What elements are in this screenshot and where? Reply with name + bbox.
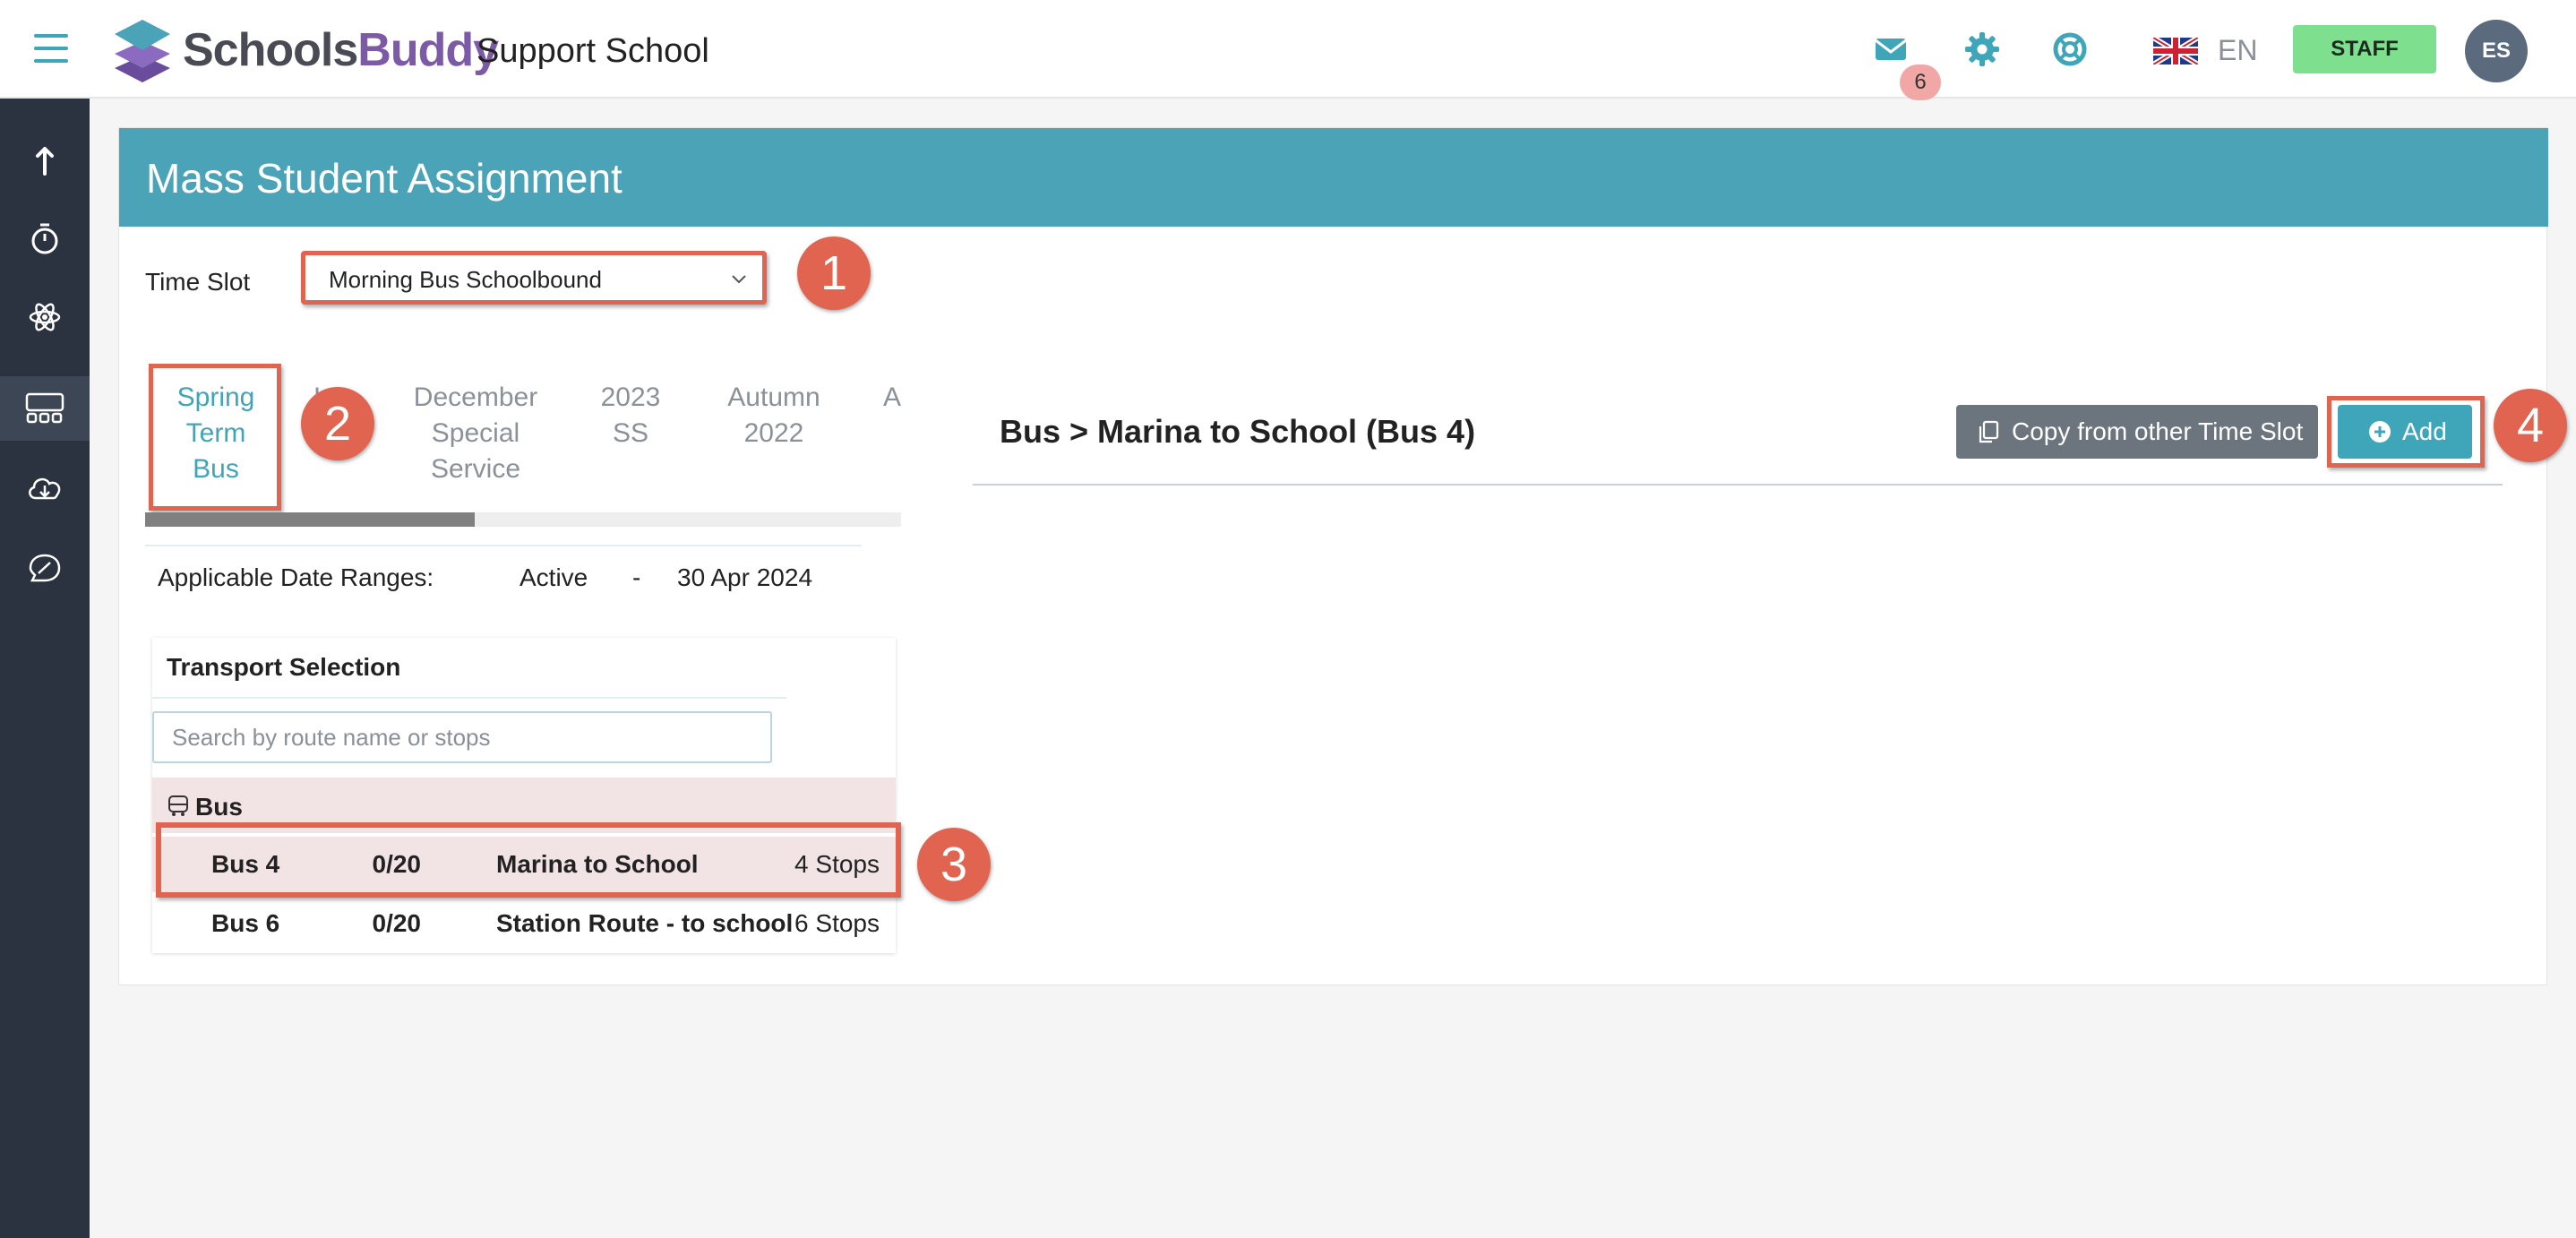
sidebar-item-timer[interactable] xyxy=(0,206,90,271)
date-range-end: 30 Apr 2024 xyxy=(677,563,813,591)
sidebar-item-activities[interactable] xyxy=(0,285,90,349)
tab-label-line1: 2023 xyxy=(600,383,661,412)
arrow-up-icon xyxy=(36,147,54,176)
tab-autumn-2022[interactable]: Autumn 2022 xyxy=(717,380,831,451)
help-lifebuoy-icon[interactable] xyxy=(2049,29,2091,70)
logo-text: SchoolsBuddy xyxy=(183,23,499,77)
messages-count-badge: 6 xyxy=(1900,64,1941,100)
callout-1: 1 xyxy=(797,236,871,310)
menu-icon[interactable] xyxy=(34,34,68,64)
tab-label-line2: 2022 xyxy=(743,418,804,448)
tab-2023-ss[interactable]: 2023 SS xyxy=(591,380,670,451)
callout-2: 2 xyxy=(301,387,374,460)
time-slot-select[interactable]: Morning Bus Schoolbound xyxy=(301,251,767,305)
tab-label-line1: A xyxy=(883,383,901,412)
add-button[interactable]: Add xyxy=(2338,405,2472,459)
date-range-label: Applicable Date Ranges: xyxy=(158,563,434,591)
atom-icon xyxy=(29,303,61,331)
sidebar-item-feedback[interactable] xyxy=(0,536,90,600)
add-button-label: Add xyxy=(2402,417,2447,445)
bus-seats-icon xyxy=(25,392,64,424)
tab-label-line2: Special xyxy=(431,418,520,448)
stopwatch-icon xyxy=(31,223,58,254)
logo-icon xyxy=(115,20,170,82)
transport-selection-title: Transport Selection xyxy=(167,653,401,681)
copy-button-label: Copy from other Time Slot xyxy=(2012,417,2304,445)
tab-december-special-service[interactable]: December Special Service xyxy=(403,380,548,487)
school-name: Support School xyxy=(477,32,709,70)
time-slot-label: Time Slot xyxy=(145,268,251,296)
sidebar-item-upload[interactable] xyxy=(0,127,90,192)
detail-divider xyxy=(973,484,2503,486)
sidebar-item-transport[interactable] xyxy=(0,376,90,441)
logo-text-part1: Schools xyxy=(183,24,358,76)
date-range-separator: - xyxy=(632,563,641,591)
copy-icon xyxy=(1979,420,1999,443)
bus-capacity: 0/20 xyxy=(372,909,422,937)
date-range-status: Active xyxy=(519,563,588,591)
tab-label-line3: Service xyxy=(430,454,521,484)
uk-flag-icon[interactable] xyxy=(2153,38,2198,64)
selected-route-title: Bus > Marina to School (Bus 4) xyxy=(1000,413,1476,450)
route-search-input[interactable] xyxy=(152,711,772,763)
tab-label-line2: SS xyxy=(612,418,649,448)
sidebar-item-cloud[interactable] xyxy=(0,455,90,520)
row-highlight-box xyxy=(156,822,901,898)
chevron-down-icon xyxy=(732,275,746,284)
chat-leaf-icon xyxy=(29,554,61,582)
top-bar: SchoolsBuddy Support School 6 EN STAFF E… xyxy=(0,0,2576,100)
callout-4: 4 xyxy=(2494,389,2567,462)
tab-label-line1: Autumn xyxy=(727,383,820,412)
avatar[interactable]: ES xyxy=(2465,20,2528,82)
language-selector[interactable]: EN xyxy=(2218,32,2257,68)
tab-partial-a[interactable]: A xyxy=(883,380,901,416)
mail-icon[interactable] xyxy=(1870,29,1911,70)
sidebar xyxy=(0,99,90,1238)
callout-3: 3 xyxy=(917,828,991,901)
transport-row[interactable]: Bus 6 0/20 Station Route - to school 6 S… xyxy=(152,896,896,951)
tab-highlight-box xyxy=(149,364,281,511)
card-header: Mass Student Assignment xyxy=(119,128,2548,227)
bus-route: Station Route - to school xyxy=(496,909,794,937)
plus-circle-icon xyxy=(2369,421,2391,443)
cloud-download-icon xyxy=(29,477,61,500)
bus-group-label: Bus xyxy=(195,793,243,821)
bus-stops: 6 Stops xyxy=(794,909,880,937)
tab-scrollbar-thumb[interactable] xyxy=(145,512,475,527)
tab-divider xyxy=(145,545,862,546)
bus-name: Bus 6 xyxy=(211,909,280,937)
page-title: Mass Student Assignment xyxy=(146,155,623,202)
copy-from-time-slot-button[interactable]: Copy from other Time Slot xyxy=(1956,405,2318,459)
staff-role-button[interactable]: STAFF xyxy=(2293,25,2436,73)
time-slot-value: Morning Bus Schoolbound xyxy=(329,266,602,293)
transport-title-divider xyxy=(152,697,786,699)
gear-icon[interactable] xyxy=(1962,29,2003,70)
bus-icon xyxy=(168,795,188,816)
tab-label-line1: December xyxy=(413,383,538,412)
